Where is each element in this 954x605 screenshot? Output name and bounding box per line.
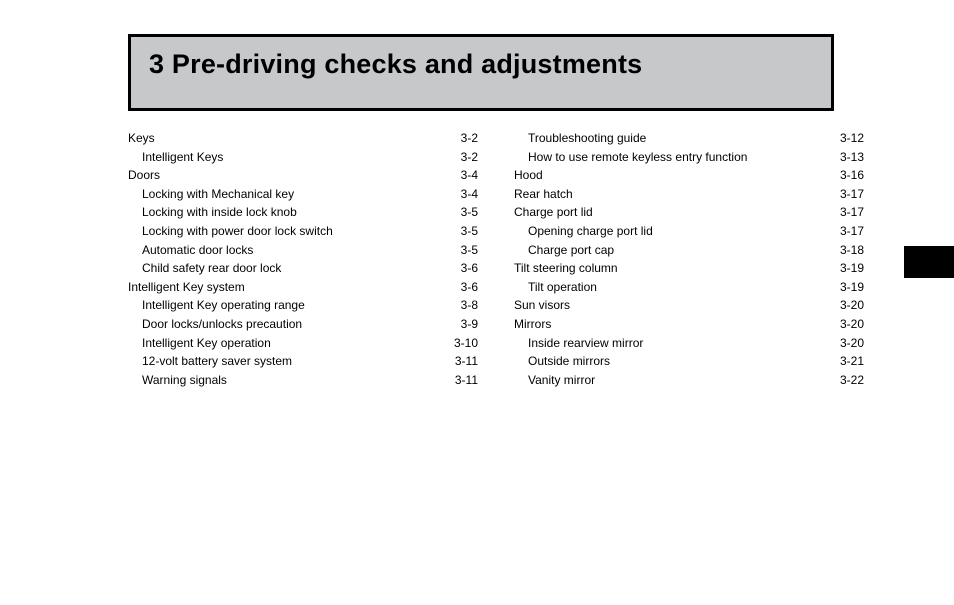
toc-entry-label: Sun visors [514,296,570,315]
toc-entry-label: Tilt operation [528,278,597,297]
toc-entry-label: Doors [128,166,160,185]
toc-entry-page: 3-13 [830,148,864,167]
toc-entry-label: Opening charge port lid [528,222,653,241]
toc-entry-page: 3-4 [444,166,478,185]
toc-entry-page: 3-11 [444,352,478,371]
toc-entry-label: Intelligent Key operation [142,334,271,353]
toc-entry: Vanity mirror 3-22 [514,371,864,390]
toc-entry: Warning signals 3-11 [128,371,478,390]
toc-entry: Rear hatch 3-17 [514,185,864,204]
toc-entry-label: Locking with inside lock knob [142,203,297,222]
toc-entry-page: 3-18 [830,241,864,260]
toc-entry-page: 3-22 [830,371,864,390]
toc-entry: Charge port lid 3-17 [514,203,864,222]
toc-entry: Locking with inside lock knob 3-5 [128,203,478,222]
toc-entry: Tilt steering column 3-19 [514,259,864,278]
toc-entry-label: Hood [514,166,543,185]
toc-entry-label: Warning signals [142,371,227,390]
toc-entry-label: Tilt steering column [514,259,618,278]
toc-entry-page: 3-16 [830,166,864,185]
toc-entry-page: 3-2 [444,129,478,148]
toc-column-right: Troubleshooting guide3-12How to use remo… [514,129,864,389]
toc-entry-label: Locking with power door lock switch [142,222,333,241]
toc-entry-page: 3-17 [830,203,864,222]
toc-entry-page: 3-8 [444,296,478,315]
toc-entry-page: 3-20 [830,315,864,334]
toc-entry-page: 3-5 [444,241,478,260]
toc-entry: Inside rearview mirror 3-20 [514,334,864,353]
toc-entry: Charge port cap 3-18 [514,241,864,260]
toc-entry-label: Outside mirrors [528,352,610,371]
toc-entry: Intelligent Key system 3-6 [128,278,478,297]
toc-entry-page: 3-9 [444,315,478,334]
toc-entry: Sun visors 3-20 [514,296,864,315]
toc-entry: Hood 3-16 [514,166,864,185]
toc-entry: Child safety rear door lock 3-6 [128,259,478,278]
toc-entry-label: Intelligent Keys [142,148,223,167]
toc-entry-page: 3-6 [444,259,478,278]
toc-entry-label: Mirrors [514,315,551,334]
toc-entry-label: Charge port cap [528,241,614,260]
toc-entry: Intelligent Key operating range 3-8 [128,296,478,315]
toc-entry: Doors 3-4 [128,166,478,185]
toc-column-left: Keys3-2Intelligent Keys3-2Doors3-4Lockin… [128,129,478,389]
toc-entry-label: Troubleshooting guide [528,129,646,148]
toc-entry-page: 3-17 [830,222,864,241]
toc-entry-page: 3-5 [444,222,478,241]
toc-entry-label: Keys [128,129,155,148]
section-tab-marker [904,246,954,278]
toc-entry: Mirrors 3-20 [514,315,864,334]
toc-entry-label: Intelligent Key operating range [142,296,305,315]
toc-entry-label: Rear hatch [514,185,573,204]
chapter-title-banner: 3 Pre-driving checks and adjustments [128,34,834,111]
toc-entry-label: Intelligent Key system [128,278,245,297]
toc-entry-page: 3-6 [444,278,478,297]
toc-entry: Intelligent Key operation 3-10 [128,334,478,353]
toc-entry-page: 3-20 [830,296,864,315]
toc-entry-page: 3-19 [830,259,864,278]
toc-entry-page: 3-12 [830,129,864,148]
toc-entry: Opening charge port lid 3-17 [514,222,864,241]
toc-entry: How to use remote keyless entry function… [514,148,864,167]
toc-entry-label: Locking with Mechanical key [142,185,294,204]
toc-entry-page: 3-11 [444,371,478,390]
toc-entry-label: How to use remote keyless entry function [528,148,747,167]
toc-entry-page: 3-21 [830,352,864,371]
toc-entry-page: 3-10 [444,334,478,353]
toc-entry: Tilt operation 3-19 [514,278,864,297]
toc-entry-label: Automatic door locks [142,241,253,260]
toc-entry-label: Child safety rear door lock [142,259,281,278]
toc-entry-label: Vanity mirror [528,371,595,390]
toc-entry-page: 3-2 [444,148,478,167]
toc-entry-page: 3-19 [830,278,864,297]
toc-entry-label: Charge port lid [514,203,593,222]
toc-entry: Troubleshooting guide 3-12 [514,129,864,148]
toc-entry: Automatic door locks 3-5 [128,241,478,260]
toc-entry-page: 3-4 [444,185,478,204]
chapter-title: 3 Pre-driving checks and adjustments [149,49,813,80]
toc-entry-label: Door locks/unlocks precaution [142,315,302,334]
toc-entry-label: 12-volt battery saver system [142,352,292,371]
table-of-contents: Keys3-2Intelligent Keys3-2Doors3-4Lockin… [128,129,864,389]
toc-entry-page: 3-5 [444,203,478,222]
toc-entry: Locking with power door lock switch 3-5 [128,222,478,241]
toc-entry-page: 3-20 [830,334,864,353]
toc-entry: Door locks/unlocks precaution 3-9 [128,315,478,334]
toc-entry: Intelligent Keys 3-2 [128,148,478,167]
toc-entry: Locking with Mechanical key 3-4 [128,185,478,204]
toc-entry: 12-volt battery saver system 3-11 [128,352,478,371]
toc-entry-page: 3-17 [830,185,864,204]
toc-entry: Outside mirrors 3-21 [514,352,864,371]
toc-entry-label: Inside rearview mirror [528,334,643,353]
toc-entry: Keys 3-2 [128,129,478,148]
